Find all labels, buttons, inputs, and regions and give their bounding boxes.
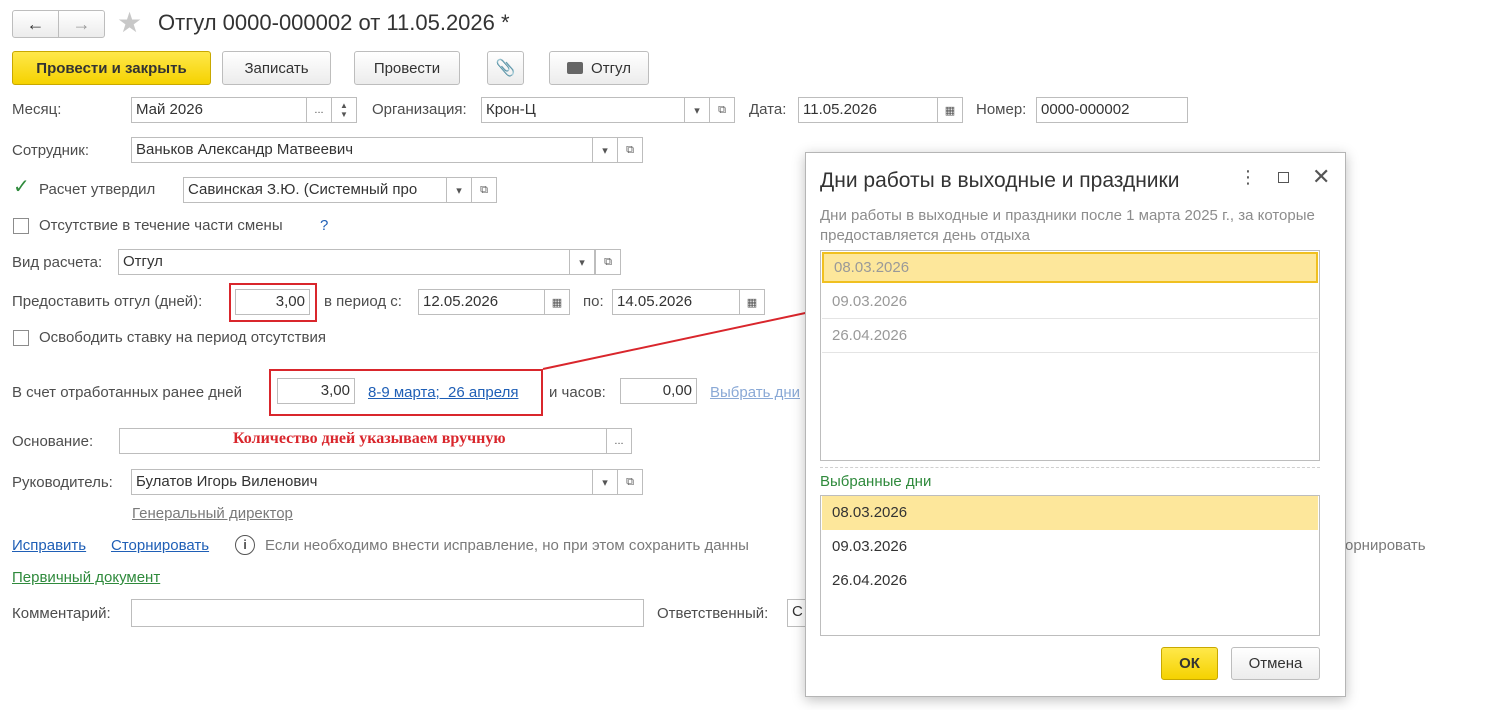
manager-dropdown-button[interactable]: ▾ xyxy=(592,469,618,495)
info-text: Если необходимо внести исправление, но п… xyxy=(265,537,749,554)
annotation-text: Количество дней указываем вручную xyxy=(233,430,506,447)
list-item[interactable]: 09.03.2026 xyxy=(822,530,1318,564)
dialog-title: Дни работы в выходные и праздники xyxy=(820,169,1180,192)
list-item[interactable]: 08.03.2026 xyxy=(822,252,1318,283)
list-item[interactable]: 08.03.2026 xyxy=(822,496,1318,530)
info-text-tail: орнировать xyxy=(1345,537,1426,554)
manager-label: Руководитель: xyxy=(12,474,113,491)
info-icon: i xyxy=(235,535,255,555)
list-item[interactable]: 26.04.2026 xyxy=(822,319,1318,353)
comment-field[interactable] xyxy=(131,599,644,627)
more-icon[interactable]: ⋮ xyxy=(1239,167,1257,187)
cancel-button[interactable]: Отмена xyxy=(1231,647,1320,680)
responsible-field[interactable]: С xyxy=(787,599,807,627)
manager-position-link[interactable]: Генеральный директор xyxy=(132,505,293,522)
dialog-divider xyxy=(820,467,1320,468)
reverse-link[interactable]: Сторнировать xyxy=(111,537,209,554)
work-days-dialog: Дни работы в выходные и праздники ⋮ ✕ Дн… xyxy=(805,152,1346,697)
basis-label: Основание: xyxy=(12,433,94,450)
selected-days-list: 08.03.2026 09.03.2026 26.04.2026 xyxy=(820,495,1320,636)
dialog-subtitle: Дни работы в выходные и праздники после … xyxy=(820,207,1315,244)
list-item[interactable]: 09.03.2026 xyxy=(822,285,1318,319)
selected-days-label: Выбранные дни xyxy=(820,473,932,490)
comment-label: Комментарий: xyxy=(12,605,111,622)
ok-button[interactable]: ОК xyxy=(1161,647,1218,680)
manager-open-button[interactable]: ⧉ xyxy=(617,469,643,495)
responsible-label: Ответственный: xyxy=(657,605,769,622)
close-icon[interactable]: ✕ xyxy=(1312,165,1330,189)
fix-link[interactable]: Исправить xyxy=(12,537,86,554)
manager-field[interactable]: Булатов Игорь Виленович xyxy=(131,469,593,495)
basis-select-button[interactable]: ... xyxy=(606,428,632,454)
maximize-icon[interactable] xyxy=(1278,172,1289,183)
primary-doc-link[interactable]: Первичный документ xyxy=(12,569,160,586)
available-days-list: 08.03.2026 09.03.2026 26.04.2026 xyxy=(820,250,1320,461)
list-item[interactable]: 26.04.2026 xyxy=(822,564,1318,598)
